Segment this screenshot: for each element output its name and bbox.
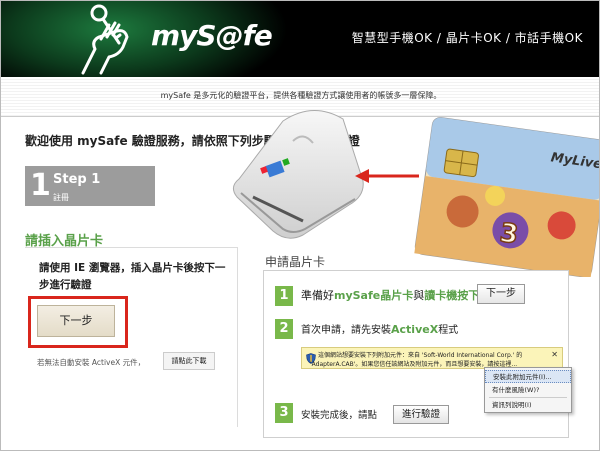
right-step3-text: 安裝完成後，請點 bbox=[301, 410, 378, 421]
right-step1-highlight1: mySafe晶片卡 bbox=[334, 289, 414, 302]
right-step2-prefix: 首次申請，請先安裝 bbox=[301, 325, 391, 336]
right-next-step-button[interactable]: 下一步 bbox=[477, 284, 525, 304]
mysafe-logo[interactable]: myS@fe bbox=[151, 19, 273, 52]
step-title: Step 1 bbox=[53, 172, 101, 187]
right-step2-number: 2 bbox=[275, 319, 293, 339]
activex-note: 若無法自動安裝 ActiveX 元件， bbox=[37, 358, 146, 367]
right-step2-highlight: ActiveX bbox=[391, 323, 439, 336]
page-frame: myS@fe 智慧型手機OK / 晶片卡OK / 市話手機OK mySafe 是… bbox=[0, 0, 600, 451]
menu-item-infobar-help[interactable]: 資訊列說明(I) bbox=[485, 399, 571, 412]
right-step1-highlight2: 讀卡機按下 bbox=[424, 289, 480, 302]
right-step1-text: 準備好mySafe晶片卡與讀卡機按下 bbox=[301, 287, 479, 303]
hand-key-logo-icon bbox=[81, 4, 129, 75]
ie-infobar[interactable]: 這個網站想要安裝下列附加元件：來自 'Soft-World Internatio… bbox=[301, 347, 563, 369]
manual-download-button[interactable]: 請點此下載 bbox=[163, 352, 215, 370]
right-step2-suffix: 程式 bbox=[438, 325, 459, 336]
step-indicator: 1 Step 1 註冊 bbox=[25, 166, 155, 206]
menu-separator bbox=[489, 397, 567, 398]
card-reader-icon bbox=[233, 110, 364, 239]
right-step2-text: 首次申請，請先安裝ActiveX程式 bbox=[301, 321, 458, 336]
menu-item-what-risk[interactable]: 有什麼風險(W)? bbox=[485, 384, 571, 397]
ie-context-menu: 安裝此附加元件(I)... 有什麼風險(W)? 資訊列說明(I) bbox=[484, 367, 572, 413]
step-subtitle: 註冊 bbox=[53, 193, 69, 202]
verify-button[interactable]: 進行驗證 bbox=[393, 405, 449, 424]
ie-infobar-line1: 這個網站想要安裝下列附加元件：來自 'Soft-World Internatio… bbox=[318, 352, 523, 359]
right-panel-title: 申請晶片卡 bbox=[265, 255, 326, 269]
right-step3-number: 3 bbox=[275, 403, 293, 423]
right-step1-prefix: 準備好 bbox=[301, 289, 334, 302]
left-instruction: 請使用 IE 瀏覽器，插入晶片卡後按下一步進行驗證 bbox=[39, 262, 226, 291]
mylive-smart-card-image: MyLive 3 bbox=[414, 117, 599, 277]
step-number: 1 bbox=[30, 168, 51, 203]
next-step-button[interactable]: 下一步 bbox=[37, 305, 115, 337]
close-icon[interactable]: ✕ bbox=[551, 350, 558, 359]
intro-text: mySafe 是多元化的驗證平台，提供各種驗證方式讓使用者的帳號多一層保障。 bbox=[160, 91, 442, 100]
right-step1-middle: 與 bbox=[413, 289, 425, 302]
menu-item-install-addon[interactable]: 安裝此附加元件(I)... bbox=[485, 370, 571, 383]
left-panel-divider bbox=[25, 247, 237, 248]
header-tagline: 智慧型手機OK / 晶片卡OK / 市話手機OK bbox=[351, 31, 583, 45]
right-step1-number: 1 bbox=[275, 286, 293, 306]
site-header: myS@fe 智慧型手機OK / 晶片卡OK / 市話手機OK bbox=[1, 1, 599, 77]
panel-separator bbox=[237, 247, 238, 427]
